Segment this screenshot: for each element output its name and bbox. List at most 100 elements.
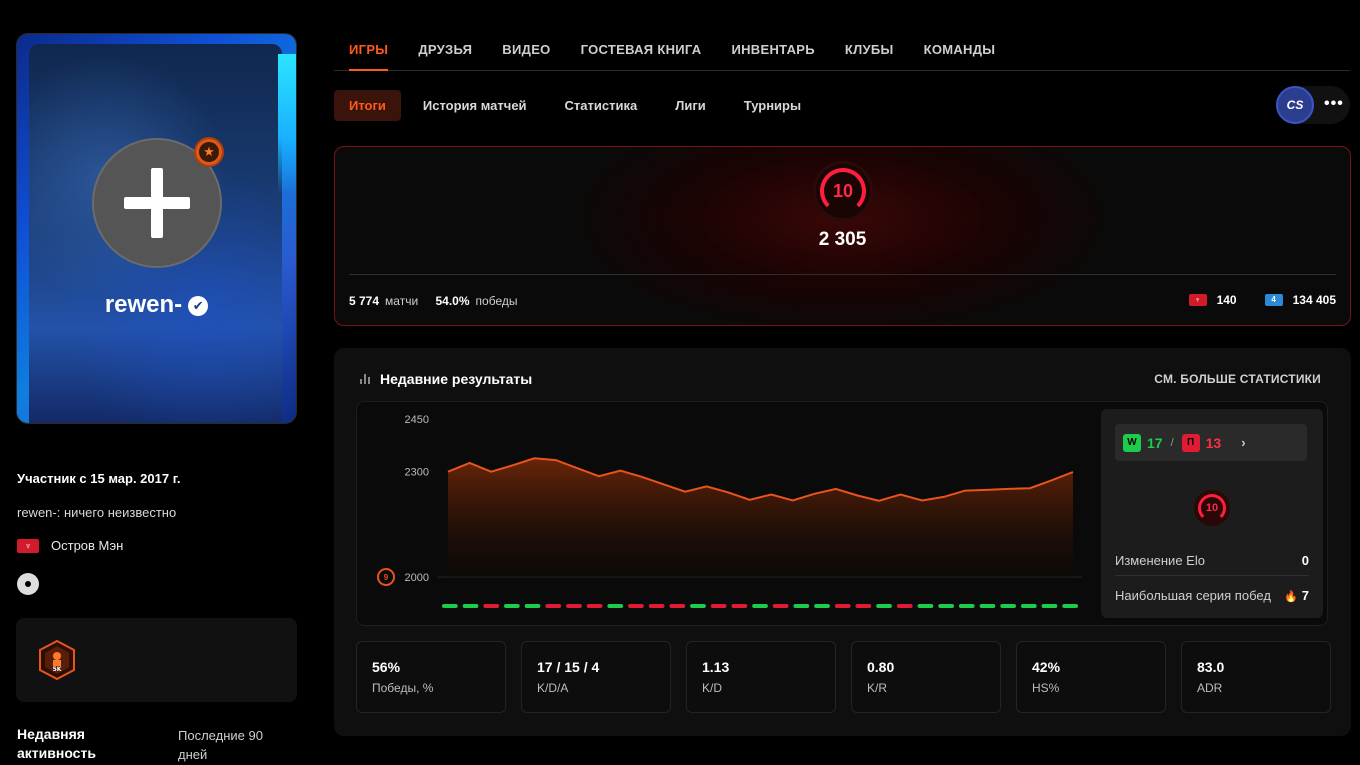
- subtab-leagues[interactable]: Лиги: [656, 90, 725, 121]
- elo-chart-svg: 2450 2300 2000 9: [377, 414, 1082, 608]
- profile-banner: ★ rewen- ✔: [16, 33, 297, 424]
- svg-text:5K: 5K: [53, 666, 62, 673]
- winrate-value: 54.0%: [435, 294, 470, 308]
- result-loss-mark: [648, 604, 665, 608]
- country-rank[interactable]: 140: [1217, 293, 1237, 307]
- result-win-mark: [690, 604, 706, 608]
- rank-badge-icon: ★: [194, 137, 224, 167]
- result-win-mark: [876, 604, 892, 608]
- result-win-mark: [938, 604, 954, 608]
- losses-count: 13: [1205, 434, 1222, 451]
- subtab-statistics[interactable]: Статистика: [546, 90, 657, 121]
- stat-box-kda: 17 / 15 / 4 K/D/A: [521, 641, 671, 713]
- skill-level-icon-small: 10: [1194, 490, 1230, 526]
- region-flag-icon: 4: [1264, 294, 1283, 306]
- winrate-label: победы: [475, 294, 518, 308]
- result-loss-mark: [566, 604, 582, 608]
- cs2-logo-icon[interactable]: CS: [1276, 86, 1314, 124]
- country-name: Остров Мэн: [51, 538, 124, 553]
- y-tick-label: 2000: [405, 572, 429, 584]
- profile-bio: rewen-: ничего неизвестно: [17, 505, 177, 520]
- result-win-mark: [1000, 604, 1016, 608]
- result-win-mark: [752, 604, 768, 608]
- level-card: 10 2 305 5 774 матчи 54.0% победы ♆ 140 4 …: [334, 146, 1351, 326]
- profile-country: ♆ Остров Мэн: [17, 538, 123, 553]
- result-win-mark: [958, 604, 975, 608]
- chevron-right-icon[interactable]: ›: [1241, 435, 1245, 450]
- result-loss-mark: [545, 604, 562, 608]
- skill-level-icon: 10: [813, 161, 873, 221]
- tab-inventory[interactable]: ИНВЕНТАРЬ: [731, 42, 814, 70]
- subtab-overview[interactable]: Итоги: [334, 90, 401, 121]
- sub-tabs: Итоги История матчей Статистика Лиги Тур…: [334, 90, 820, 121]
- svg-text:9: 9: [384, 573, 389, 582]
- matches-label: матчи: [385, 294, 419, 308]
- result-loss-mark: [586, 604, 603, 608]
- result-loss-mark: [772, 604, 789, 608]
- see-more-stats-link[interactable]: СМ. БОЛЬШЕ СТАТИСТИКИ: [1154, 372, 1321, 386]
- result-win-mark: [607, 604, 624, 608]
- badges-panel: 5K: [16, 618, 297, 702]
- isle-of-man-flag-icon: ♆: [17, 538, 39, 553]
- result-loss-mark: [896, 604, 913, 608]
- result-win-mark: [1041, 604, 1058, 608]
- result-win-mark: [814, 604, 830, 608]
- tab-guestbook[interactable]: ГОСТЕВАЯ КНИГА: [581, 42, 702, 70]
- wins-badge: W: [1123, 433, 1141, 452]
- level-9-marker-icon: 9: [377, 568, 395, 586]
- tab-teams[interactable]: КОМАНДЫ: [924, 42, 996, 70]
- y-tick-label: 2300: [405, 467, 429, 479]
- stat-box-hs: 42% HS%: [1016, 641, 1166, 713]
- result-win-mark: [1062, 604, 1078, 608]
- win-loss-toggle[interactable]: W 17 / П 13 ›: [1115, 424, 1307, 461]
- result-win-mark: [524, 604, 541, 608]
- result-loss-mark: [669, 604, 686, 608]
- recent-results-title: Недавние результаты: [360, 371, 532, 387]
- result-win-mark: [1021, 604, 1037, 608]
- member-since: Участник с 15 мар. 2017 г.: [17, 471, 181, 486]
- fire-icon: 🔥: [1284, 591, 1298, 603]
- tab-clubs[interactable]: КЛУБЫ: [845, 42, 894, 70]
- stat-box-winrate: 56% Победы, %: [356, 641, 506, 713]
- result-win-mark: [793, 604, 810, 608]
- matches-summary: 5 774 матчи 54.0% победы: [349, 294, 517, 308]
- main-tabs: ИГРЫ ДРУЗЬЯ ВИДЕО ГОСТЕВАЯ КНИГА ИНВЕНТА…: [334, 42, 1350, 71]
- recent-summary-panel: W 17 / П 13 › 10 Изменение Elo 0 Наибольш…: [1101, 409, 1323, 618]
- elo-change-row: Изменение Elo 0: [1115, 553, 1309, 568]
- bar-chart-icon: [360, 374, 370, 384]
- tab-videos[interactable]: ВИДЕО: [502, 42, 550, 70]
- elo-value: 2 305: [818, 229, 867, 250]
- matches-count: 5 774: [349, 294, 380, 308]
- profile-nickname: rewen- ✔: [17, 291, 296, 319]
- elo-area: [448, 458, 1073, 577]
- stat-box-adr: 83.0 ADR: [1181, 641, 1331, 713]
- stat-boxes: 56% Победы, % 17 / 15 / 4 K/D/A 1.13 K/D 0.…: [356, 641, 1331, 713]
- steam-icon[interactable]: [17, 573, 39, 595]
- recent-activity-period[interactable]: Последние 90 дней: [178, 726, 278, 764]
- result-win-mark: [504, 604, 520, 608]
- more-options-icon[interactable]: •••: [1324, 95, 1344, 113]
- losses-badge: П: [1181, 433, 1200, 452]
- banner-glow: [278, 54, 296, 194]
- subtab-match-history[interactable]: История матчей: [404, 90, 546, 121]
- result-loss-mark: [834, 604, 851, 608]
- subtab-tournaments[interactable]: Турниры: [725, 90, 820, 121]
- region-rank[interactable]: 134 405: [1293, 293, 1336, 307]
- game-switcher: CS •••: [1276, 86, 1350, 124]
- y-tick-label: 2450: [405, 414, 429, 426]
- verified-icon: ✔: [188, 295, 209, 316]
- ranking-summary: ♆ 140 4 134 405: [1188, 293, 1336, 307]
- win-streak-row: Наибольшая серия побед 🔥 7: [1115, 588, 1309, 603]
- stat-box-kd: 1.13 K/D: [686, 641, 836, 713]
- tab-games[interactable]: ИГРЫ: [349, 42, 389, 71]
- tab-friends[interactable]: ДРУЗЬЯ: [418, 42, 472, 70]
- country-flag-icon: ♆: [1188, 294, 1207, 306]
- 5k-badge-icon[interactable]: 5K: [38, 640, 76, 680]
- wins-count: 17: [1147, 434, 1163, 451]
- result-win-mark: [462, 604, 479, 608]
- elo-chart: 2450 2300 2000 9 W 17 / П 13 › 10 Изменение…: [356, 401, 1328, 626]
- recent-activity-title: Недавняя активность: [17, 726, 96, 761]
- stat-box-kr: 0.80 K/R: [851, 641, 1001, 713]
- result-win-mark: [917, 604, 934, 608]
- result-loss-mark: [628, 604, 644, 608]
